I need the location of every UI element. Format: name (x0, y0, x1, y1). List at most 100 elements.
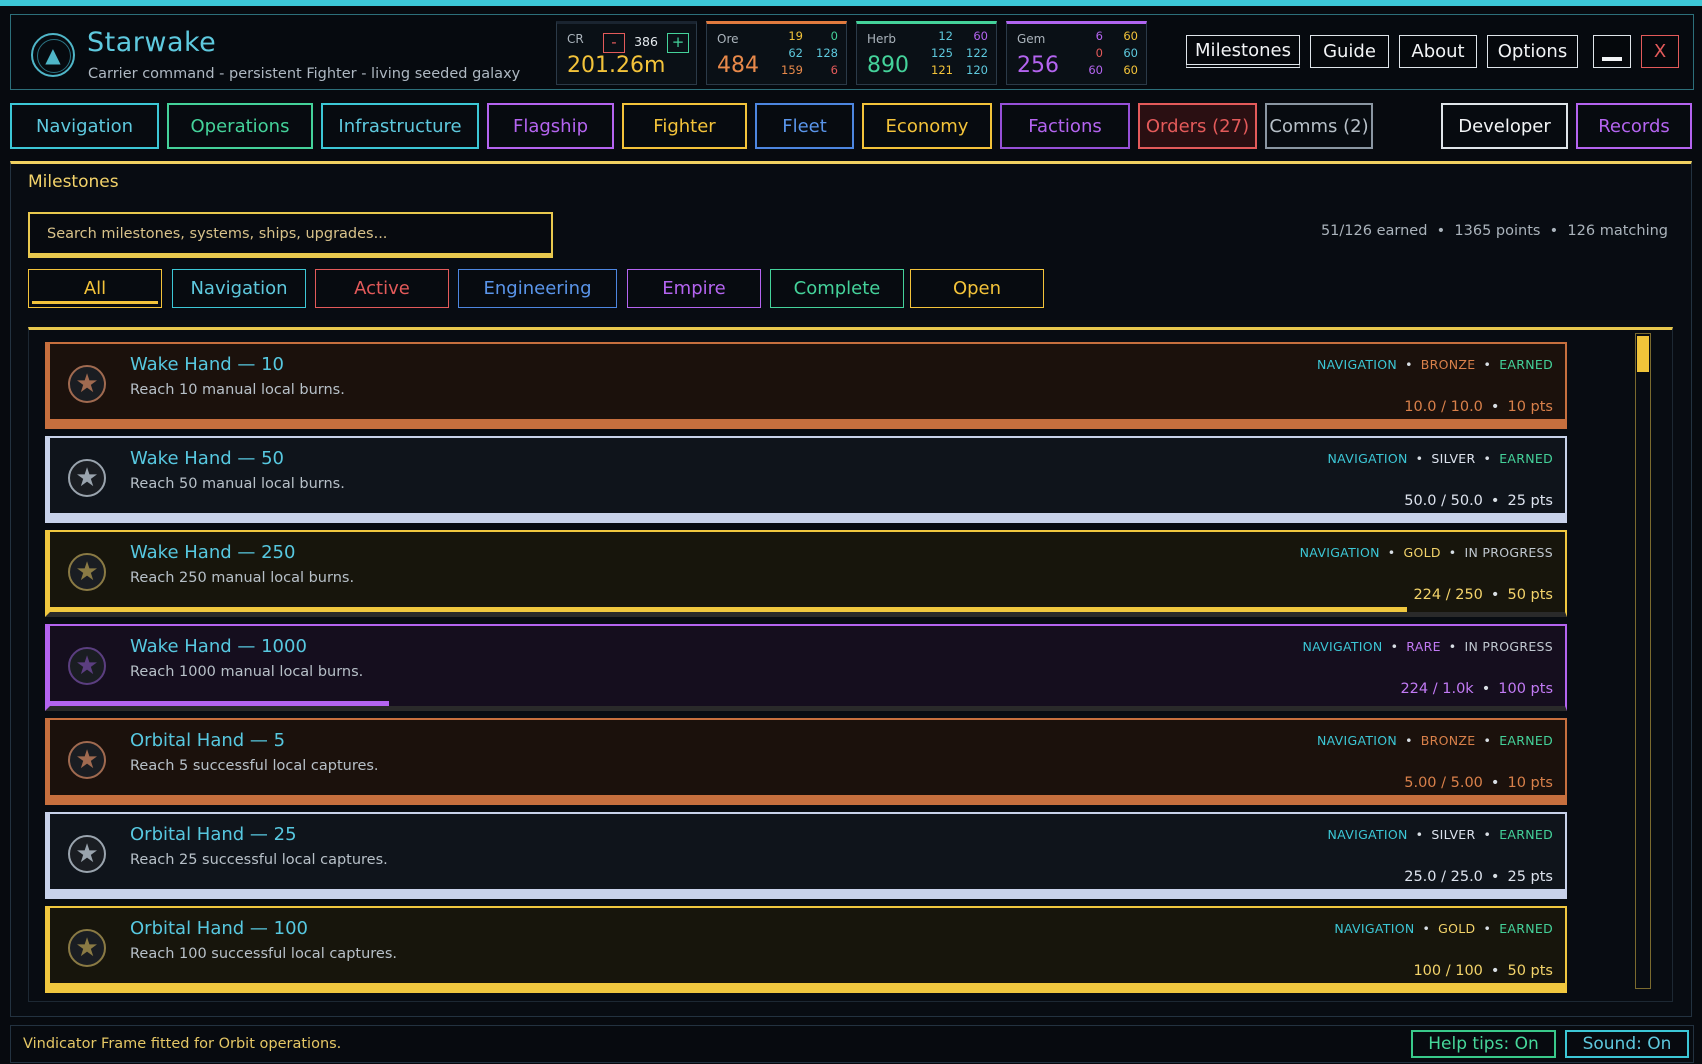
credits-increase-button[interactable]: + (667, 33, 689, 53)
filter-complete[interactable]: Complete (770, 269, 904, 308)
panel-title: Milestones (28, 172, 119, 192)
tab-operations[interactable]: Operations (167, 103, 313, 149)
star-badge-icon: ★ (68, 553, 106, 591)
gem-stat: 60 (1123, 29, 1138, 43)
milestone-progress-text: 5.00 / 5.00 (1404, 775, 1483, 791)
credits-decrease-button[interactable]: - (603, 33, 625, 53)
milestone-card[interactable]: ★ Orbital Hand — 25 Reach 25 successful … (45, 812, 1567, 899)
milestone-tags: NAVIGATION • BRONZE • EARNED (1316, 733, 1553, 748)
milestone-stats: 51/126 earned • 1365 points • 126 matchi… (1320, 223, 1668, 239)
milestone-progress-bar (50, 983, 1565, 988)
list-scrollbar[interactable] (1635, 333, 1651, 989)
gem-stat: 0 (1095, 46, 1103, 60)
milestone-card[interactable]: ★ Orbital Hand — 5 Reach 5 successful lo… (45, 718, 1567, 805)
milestone-description: Reach 25 successful local captures. (130, 852, 388, 868)
ore-panel: Ore 484 19 0 62 128 159 6 (706, 21, 847, 85)
search-input[interactable]: Search milestones, systems, ships, upgra… (28, 212, 553, 258)
scrollbar-thumb[interactable] (1637, 336, 1649, 372)
filter-navigation[interactable]: Navigation (172, 269, 306, 308)
milestone-name: Orbital Hand — 5 (130, 730, 286, 751)
tab-comms[interactable]: Comms (2) (1265, 103, 1373, 149)
ore-stat: 128 (816, 46, 838, 60)
milestone-status: EARNED (1499, 827, 1553, 842)
milestone-progress-text: 100 / 100 (1413, 963, 1483, 979)
minimize-button[interactable] (1593, 35, 1631, 68)
star-badge-icon: ★ (68, 741, 106, 779)
close-button[interactable]: X (1641, 35, 1679, 68)
milestone-tier: BRONZE (1420, 357, 1476, 372)
milestone-tags: NAVIGATION • RARE • IN PROGRESS (1302, 639, 1553, 654)
filter-open[interactable]: Open (910, 269, 1044, 308)
milestone-points: 50 pts (1507, 963, 1553, 979)
milestone-points: 10 pts (1507, 775, 1553, 791)
star-badge-icon: ★ (68, 835, 106, 873)
herb-stat: 60 (973, 29, 988, 43)
milestone-progress-bar (50, 607, 1408, 612)
tab-fighter[interactable]: Fighter (622, 103, 747, 149)
milestone-category: NAVIGATION (1327, 827, 1408, 842)
options-button[interactable]: Options (1487, 35, 1578, 68)
tab-developer[interactable]: Developer (1441, 103, 1568, 149)
milestone-points: 100 pts (1498, 681, 1553, 697)
star-badge-icon: ★ (68, 459, 106, 497)
herb-stat: 121 (931, 63, 953, 77)
milestone-category: NAVIGATION (1327, 451, 1408, 466)
milestone-status: EARNED (1499, 357, 1553, 372)
milestone-name: Orbital Hand — 100 (130, 918, 309, 939)
milestone-category: NAVIGATION (1316, 733, 1398, 748)
about-button[interactable]: About (1399, 35, 1477, 68)
tab-navigation[interactable]: Navigation (10, 103, 159, 149)
ore-stat: 19 (788, 29, 803, 43)
gem-value: 256 (1017, 53, 1059, 78)
milestone-category: NAVIGATION (1299, 545, 1380, 560)
milestone-name: Orbital Hand — 25 (130, 824, 297, 845)
milestone-name: Wake Hand — 50 (130, 448, 285, 469)
tab-economy[interactable]: Economy (862, 103, 992, 149)
tab-flagship[interactable]: Flagship (487, 103, 614, 149)
milestone-progress: 224 / 1.0k • 100 pts (1400, 681, 1553, 697)
herb-stat: 120 (966, 63, 988, 77)
milestone-category: NAVIGATION (1302, 639, 1383, 654)
herb-value: 890 (867, 53, 909, 78)
milestone-name: Wake Hand — 1000 (130, 636, 307, 657)
tab-records[interactable]: Records (1576, 103, 1692, 149)
filter-empire[interactable]: Empire (627, 269, 761, 308)
help-tips-toggle[interactable]: Help tips: On (1411, 1030, 1556, 1058)
guide-button[interactable]: Guide (1310, 35, 1389, 68)
filter-active[interactable]: Active (315, 269, 449, 308)
milestone-tags: NAVIGATION • SILVER • EARNED (1327, 451, 1553, 466)
gem-label: Gem (1017, 32, 1046, 46)
milestone-card[interactable]: ★ Wake Hand — 250 Reach 250 manual local… (45, 530, 1567, 617)
milestone-progress-bar (50, 513, 1565, 518)
tab-fleet[interactable]: Fleet (755, 103, 854, 149)
milestone-points: 25 pts (1507, 869, 1553, 885)
milestone-points: 50 pts (1507, 587, 1553, 603)
milestones-panel: Milestones Search milestones, systems, s… (10, 161, 1692, 1017)
filter-all[interactable]: All (28, 269, 162, 308)
milestone-progress-bar (50, 889, 1565, 894)
milestone-description: Reach 1000 manual local burns. (130, 664, 364, 680)
herb-label: Herb (867, 32, 896, 46)
filter-engineering[interactable]: Engineering (458, 269, 617, 308)
milestone-card[interactable]: ★ Wake Hand — 10 Reach 10 manual local b… (45, 342, 1567, 429)
milestones-button[interactable]: Milestones (1186, 35, 1300, 68)
milestone-card[interactable]: ★ Orbital Hand — 100 Reach 100 successfu… (45, 906, 1567, 993)
credits-panel: CR - 386 + 201.26m (556, 21, 697, 85)
ore-stat: 159 (781, 63, 803, 77)
tab-orders[interactable]: Orders (27) (1138, 103, 1257, 149)
milestone-name: Wake Hand — 250 (130, 542, 296, 563)
milestone-tags: NAVIGATION • GOLD • IN PROGRESS (1299, 545, 1553, 560)
minimize-icon (1602, 56, 1622, 61)
ore-stat: 62 (788, 46, 803, 60)
sound-toggle[interactable]: Sound: On (1565, 1030, 1689, 1058)
milestone-tier: GOLD (1403, 545, 1441, 560)
milestone-progress-text: 25.0 / 25.0 (1404, 869, 1483, 885)
milestone-progress: 5.00 / 5.00 • 10 pts (1404, 775, 1553, 791)
milestone-tags: NAVIGATION • BRONZE • EARNED (1316, 357, 1553, 372)
tab-factions[interactable]: Factions (1000, 103, 1130, 149)
tab-infrastructure[interactable]: Infrastructure (321, 103, 479, 149)
milestone-card[interactable]: ★ Wake Hand — 1000 Reach 1000 manual loc… (45, 624, 1567, 711)
milestone-progress: 100 / 100 • 50 pts (1413, 963, 1553, 979)
milestone-card[interactable]: ★ Wake Hand — 50 Reach 50 manual local b… (45, 436, 1567, 523)
star-badge-icon: ★ (68, 365, 106, 403)
